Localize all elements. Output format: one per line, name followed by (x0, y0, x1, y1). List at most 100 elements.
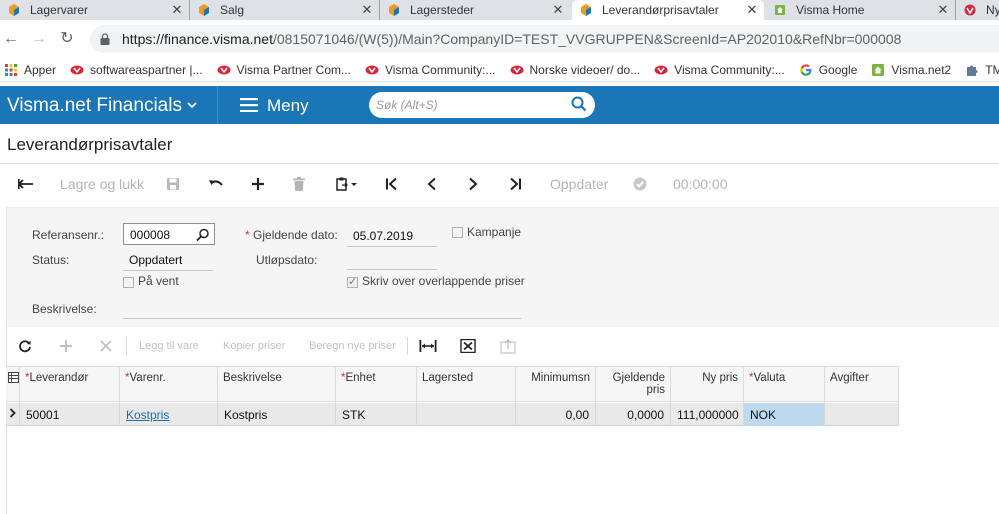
cell-item[interactable]: Kostpris (120, 403, 218, 426)
cell-new-price[interactable]: 111,000000 (671, 403, 744, 426)
overwrite-prices-checkbox[interactable] (347, 275, 358, 288)
bookmark-item[interactable]: Google (799, 63, 857, 77)
cell-uom[interactable]: STK (336, 403, 417, 426)
cell-currency[interactable]: NOK (744, 403, 825, 426)
upload-button[interactable] (500, 333, 516, 359)
forward-arrow-icon[interactable]: → (30, 30, 48, 48)
divider (0, 163, 999, 164)
browser-tab-active[interactable]: Leverandørprisavtaler ✕ (572, 0, 764, 20)
close-tab-icon[interactable]: ✕ (359, 2, 375, 18)
bookmark-item[interactable]: Norske videoer/ do... (510, 62, 641, 77)
bookmark-item[interactable]: TMS Logg (965, 63, 999, 77)
browser-tab[interactable]: Lagervarer ✕ (0, 0, 190, 20)
cell-description[interactable]: Kostpris (218, 403, 336, 426)
grid-toolbar: Legg til vare Kopier priser Beregn nye p… (6, 333, 999, 359)
browser-tab[interactable]: Visma Home ✕ (766, 0, 956, 20)
close-tab-icon[interactable]: ✕ (169, 2, 185, 18)
description-field[interactable] (123, 302, 521, 319)
back-to-list-button[interactable] (18, 172, 34, 196)
global-search[interactable] (369, 92, 595, 118)
column-header-new-price[interactable]: Ny pris (671, 367, 744, 403)
visma-red-icon (70, 65, 84, 74)
visma-cube-icon (581, 4, 591, 16)
table-row[interactable]: 50001 Kostpris Kostpris STK 0,00 0,0000 … (6, 403, 899, 426)
column-header-uom[interactable]: *Enhet (336, 367, 417, 403)
chevron-down-icon[interactable] (186, 99, 198, 111)
delete-row-button[interactable] (99, 333, 113, 359)
reload-icon[interactable]: ↻ (58, 30, 76, 48)
bookmark-label: Norske videoer/ do... (529, 62, 641, 77)
visma-red-icon (510, 65, 523, 74)
browser-tab-title: Leverandørprisavtaler (602, 3, 719, 17)
close-tab-icon[interactable]: ✕ (550, 2, 566, 18)
browser-tab[interactable]: Ny (956, 0, 999, 20)
calculate-prices-button[interactable]: Beregn nye priser (309, 333, 396, 359)
app-brand[interactable]: Visma.net Financials (7, 95, 182, 117)
fit-columns-button[interactable] (419, 333, 437, 359)
update-button[interactable]: Oppdater (550, 172, 608, 196)
search-icon[interactable] (196, 228, 210, 242)
save-button[interactable] (166, 172, 180, 196)
bookmark-item[interactable]: Visma Partner Com... (217, 63, 351, 77)
grid-settings-icon (8, 372, 19, 383)
column-header-fees[interactable]: Avgifter (825, 367, 899, 403)
column-header-current-price[interactable]: Gjeldende pris (596, 367, 671, 403)
bookmark-apps[interactable]: Apper (4, 63, 56, 77)
back-arrow-icon[interactable]: ← (2, 30, 20, 48)
add-new-button[interactable] (251, 172, 265, 196)
save-and-close-button[interactable]: Lagre og lukk (60, 172, 144, 196)
last-record-button[interactable] (509, 172, 523, 196)
effective-date-field[interactable]: 05.07.2019 (347, 229, 437, 247)
browser-tab[interactable]: Lagersteder ✕ (380, 0, 570, 20)
column-header-description[interactable]: Beskrivelse (218, 367, 336, 403)
copy-prices-button[interactable]: Kopier priser (223, 333, 285, 359)
copy-paste-menu-button[interactable] (336, 172, 358, 196)
delete-button[interactable] (293, 172, 305, 196)
main-toolbar: Lagre og lukk Oppdater 00:00:00 (0, 172, 999, 196)
on-hold-checkbox[interactable] (123, 277, 134, 288)
campaign-checkbox[interactable] (452, 227, 463, 238)
ref-number-value: 000008 (130, 228, 171, 242)
search-icon[interactable] (571, 96, 587, 112)
close-tab-icon[interactable]: ✕ (935, 2, 951, 18)
bookmark-item[interactable]: softwareaspartner |... (70, 63, 203, 77)
undo-button[interactable] (208, 172, 224, 196)
item-link[interactable]: Kostpris (126, 408, 169, 422)
cell-current-price[interactable]: 0,0000 (596, 403, 671, 426)
cell-fees[interactable] (825, 403, 899, 426)
refresh-button[interactable] (18, 333, 32, 359)
previous-record-button[interactable] (426, 172, 438, 196)
add-item-button[interactable]: Legg til vare (139, 333, 199, 359)
bookmark-item[interactable]: Visma Community:... (365, 63, 496, 77)
search-input[interactable] (376, 96, 566, 114)
first-record-button[interactable] (384, 172, 398, 196)
column-header-warehouse[interactable]: Lagersted (417, 367, 516, 403)
close-tab-icon[interactable]: ✕ (744, 2, 760, 18)
chevron-left-icon (427, 177, 436, 191)
menu-button[interactable]: Meny (267, 96, 309, 116)
row-selector[interactable] (6, 403, 20, 426)
cell-warehouse[interactable] (417, 403, 516, 426)
bookmark-item[interactable]: Visma Community:... (654, 63, 785, 77)
bookmark-label: softwareaspartner |... (90, 62, 203, 77)
status-label: Status: (32, 253, 70, 267)
export-excel-button[interactable] (460, 333, 476, 359)
grid-settings-cell[interactable] (6, 367, 20, 403)
cell-min-qty[interactable]: 0,00 (516, 403, 596, 426)
add-row-button[interactable] (59, 333, 73, 359)
column-header-min-qty[interactable]: Minimumsn (516, 367, 596, 403)
address-bar: ← → ↻ https://finance.visma.net/08150710… (0, 20, 999, 58)
column-header-item[interactable]: *Varenr. (120, 367, 218, 403)
chevron-right-icon (9, 408, 16, 418)
url-field[interactable]: https://finance.visma.net/0815071046/(W(… (90, 25, 999, 53)
browser-tab[interactable]: Salg ✕ (190, 0, 380, 20)
hamburger-menu-icon[interactable] (240, 98, 258, 112)
column-header-currency[interactable]: *Valuta (744, 367, 825, 403)
expiry-date-field[interactable] (347, 253, 437, 270)
visma-cube-icon (389, 4, 399, 16)
next-record-button[interactable] (467, 172, 479, 196)
bookmark-item[interactable]: Visma.net2 (871, 63, 951, 77)
browser-tab-strip: Lagervarer ✕ Salg ✕ Lagersteder ✕ Levera… (0, 0, 999, 20)
column-header-vendor[interactable]: *Leverandør (20, 367, 120, 403)
cell-vendor[interactable]: 50001 (20, 403, 120, 426)
